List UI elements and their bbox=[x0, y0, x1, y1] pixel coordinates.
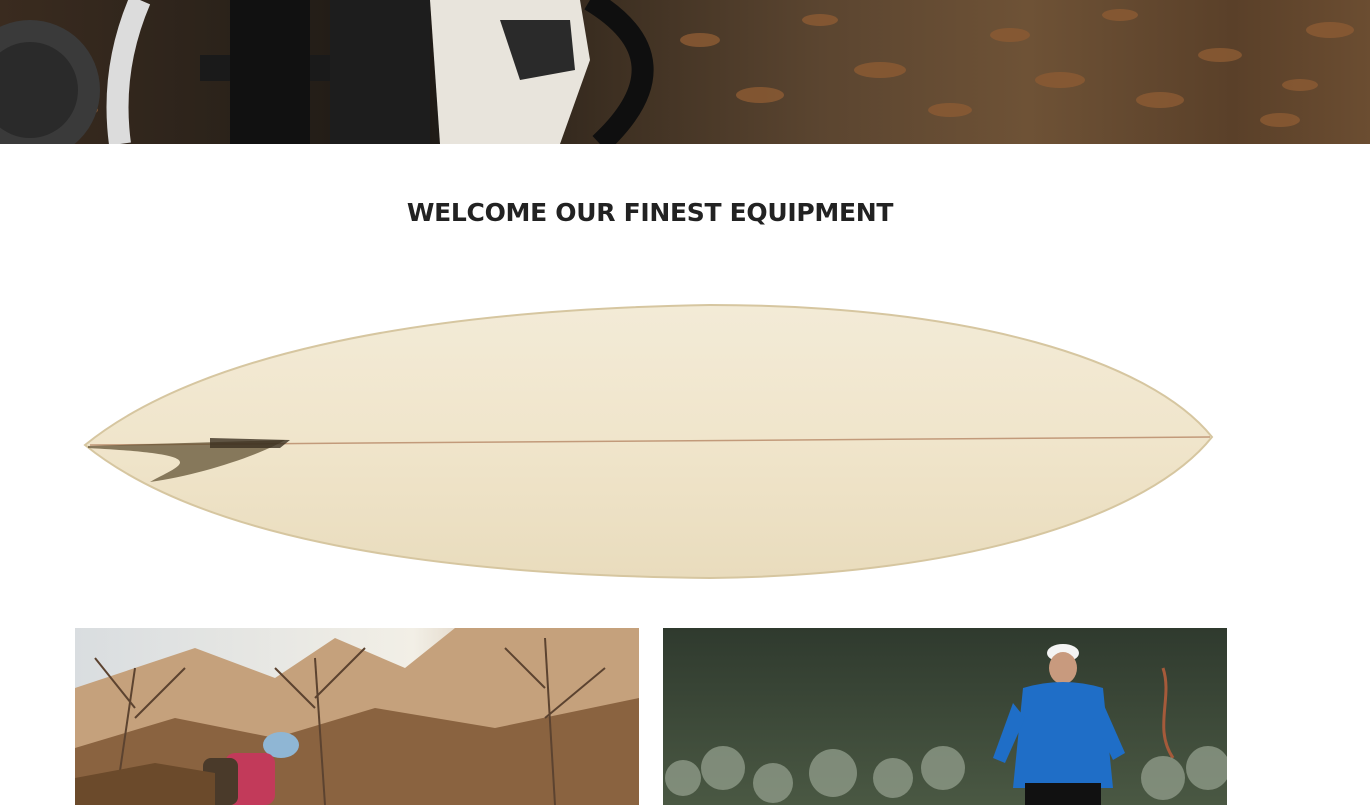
surfboard-image bbox=[70, 290, 1230, 590]
bike-illustration bbox=[0, 0, 1354, 144]
trail-runner-photo bbox=[663, 628, 1227, 805]
hero-banner-image bbox=[0, 0, 1370, 144]
section-heading: WELCOME OUR FINEST EQUIPMENT bbox=[406, 198, 894, 227]
hiker-photo bbox=[75, 628, 639, 805]
